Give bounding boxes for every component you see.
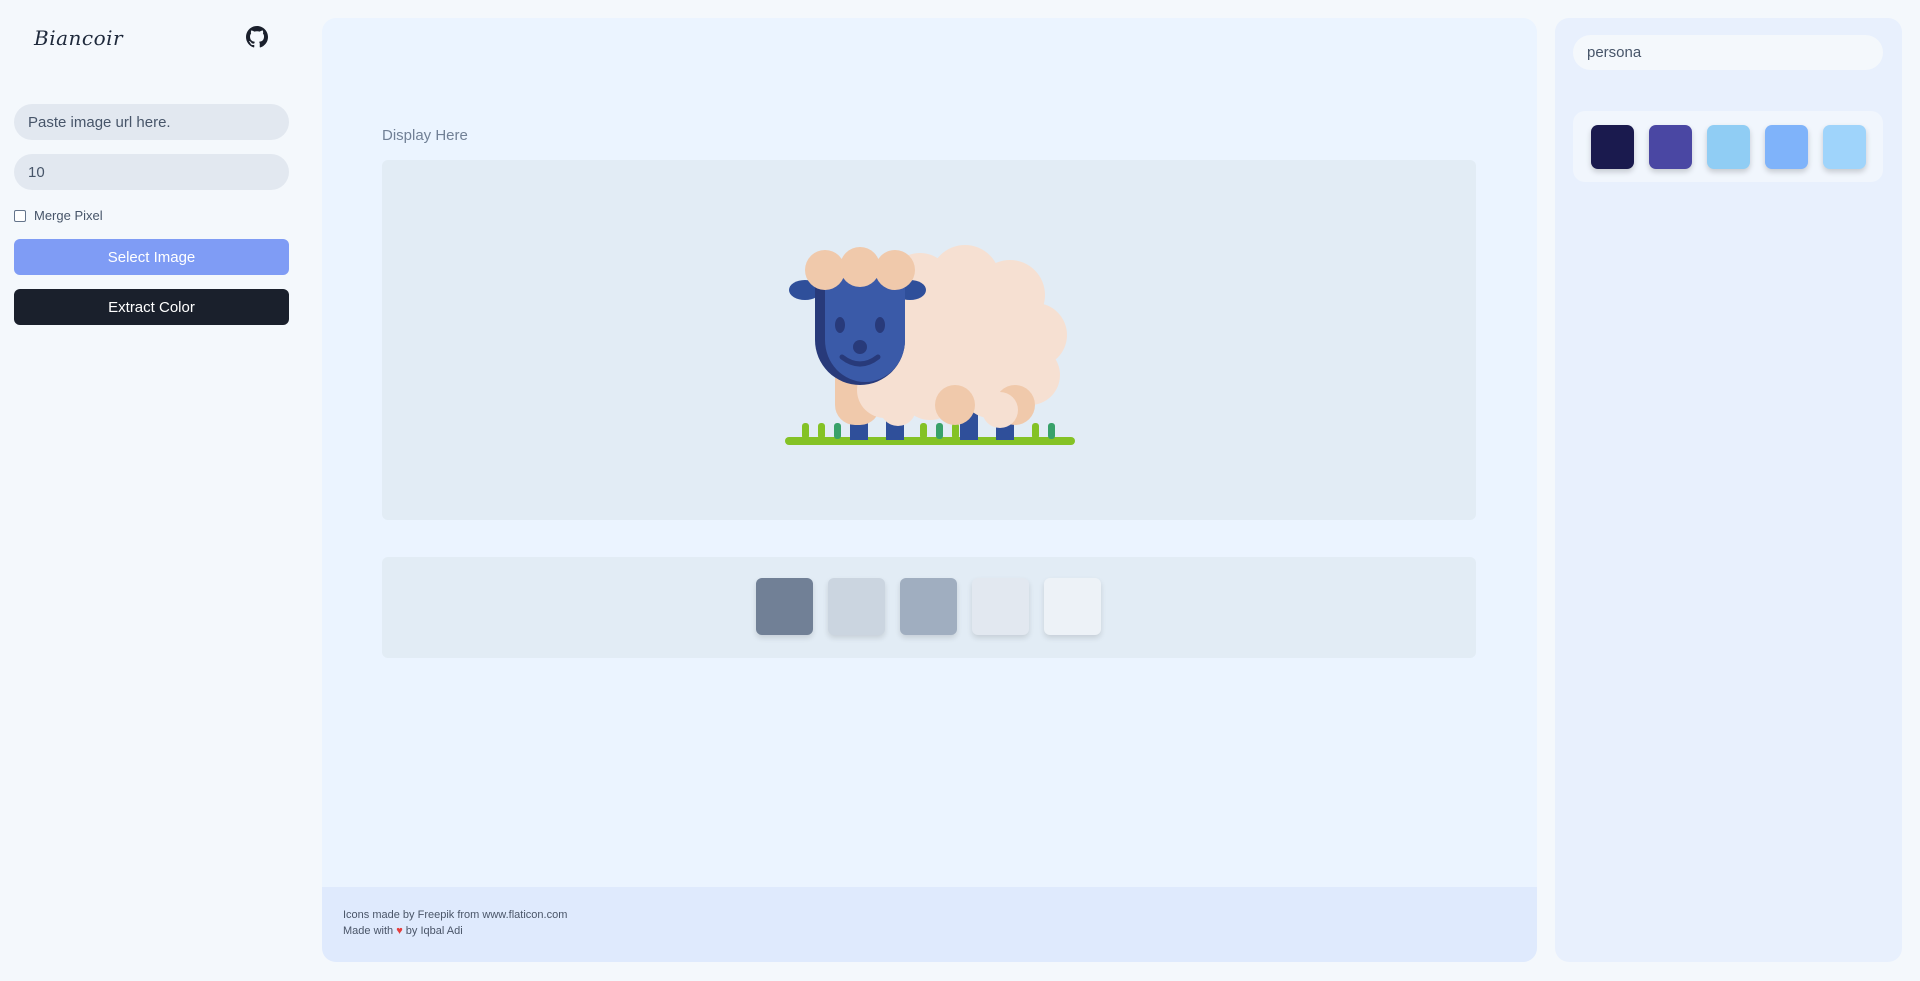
made-with-suffix: by Iqbal Adi xyxy=(405,925,463,937)
select-image-button[interactable]: Select Image xyxy=(14,239,289,275)
color-swatch[interactable] xyxy=(1649,125,1692,169)
made-with-prefix: Made with xyxy=(343,925,394,937)
footer-made-with: Made with ♥ by Iqbal Adi xyxy=(343,925,463,937)
color-swatch[interactable] xyxy=(828,578,885,635)
extracted-palette xyxy=(382,557,1476,658)
image-url-input[interactable] xyxy=(14,104,289,140)
sheep-icon xyxy=(785,245,1075,445)
color-swatch[interactable] xyxy=(1765,125,1808,169)
sidebar: Biancoir 10 Merge Pixel Select Image Ext… xyxy=(14,18,289,325)
color-swatch[interactable] xyxy=(900,578,957,635)
right-panel: persona xyxy=(1555,18,1902,962)
color-swatch[interactable] xyxy=(1591,125,1634,169)
saved-palette[interactable] xyxy=(1573,111,1883,182)
merge-pixel-checkbox[interactable] xyxy=(14,209,26,222)
app-logo[interactable]: Biancoir xyxy=(34,26,123,50)
color-swatch[interactable] xyxy=(972,578,1029,635)
color-swatch[interactable] xyxy=(1707,125,1750,169)
merge-pixel-label: Merge Pixel xyxy=(34,208,103,223)
extract-color-button[interactable]: Extract Color xyxy=(14,289,289,325)
footer: Icons made by Freepik from www.flaticon.… xyxy=(322,887,1537,962)
heart-icon: ♥ xyxy=(396,925,403,937)
merge-pixel-option[interactable]: Merge Pixel xyxy=(14,208,103,223)
pixel-count-input[interactable]: 10 xyxy=(14,154,289,190)
color-swatch[interactable] xyxy=(1823,125,1866,169)
saved-palette-swatches xyxy=(1591,125,1866,169)
brand-row: Biancoir xyxy=(14,18,289,58)
footer-credit: Icons made by Freepik from www.flaticon.… xyxy=(343,909,568,921)
color-swatch[interactable] xyxy=(1044,578,1101,635)
display-label: Display Here xyxy=(382,127,468,144)
image-display-area xyxy=(382,160,1476,520)
main-panel: Display Here Icons made by Freepik from … xyxy=(322,18,1537,962)
palette-search-input[interactable]: persona xyxy=(1573,35,1883,70)
palette-swatches xyxy=(756,578,1101,635)
github-icon[interactable] xyxy=(246,26,268,48)
color-swatch[interactable] xyxy=(756,578,813,635)
